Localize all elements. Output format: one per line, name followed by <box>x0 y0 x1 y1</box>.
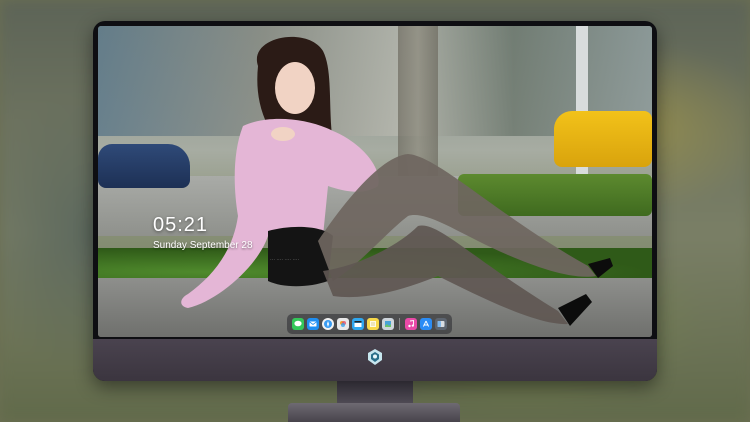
music-icon[interactable] <box>405 318 417 330</box>
wallpaper-person <box>181 36 613 326</box>
dock-separator <box>399 318 400 330</box>
monitor-chin <box>93 339 657 381</box>
dock <box>287 314 452 334</box>
clapper-icon[interactable] <box>352 318 364 330</box>
photos-icon[interactable] <box>337 318 349 330</box>
mail-icon[interactable] <box>307 318 319 330</box>
messages-icon[interactable] <box>292 318 304 330</box>
lock-screen-date: Sunday September 28 <box>153 240 253 251</box>
safari-icon[interactable] <box>322 318 334 330</box>
app-store-icon[interactable] <box>420 318 432 330</box>
lock-screen[interactable]: 05:21 Sunday September 28 ··· ···· ···· … <box>98 26 652 337</box>
notes-icon[interactable] <box>367 318 379 330</box>
monitor: 05:21 Sunday September 28 ··· ···· ···· … <box>93 21 657 381</box>
preview-icon[interactable] <box>382 318 394 330</box>
monitor-stand-base <box>288 403 460 422</box>
lock-screen-time: 05:21 <box>153 214 209 236</box>
watermark-text: ··· ···· ···· ···· <box>270 257 300 263</box>
brand-logo-icon <box>368 349 382 365</box>
finder-icon[interactable] <box>435 318 447 330</box>
